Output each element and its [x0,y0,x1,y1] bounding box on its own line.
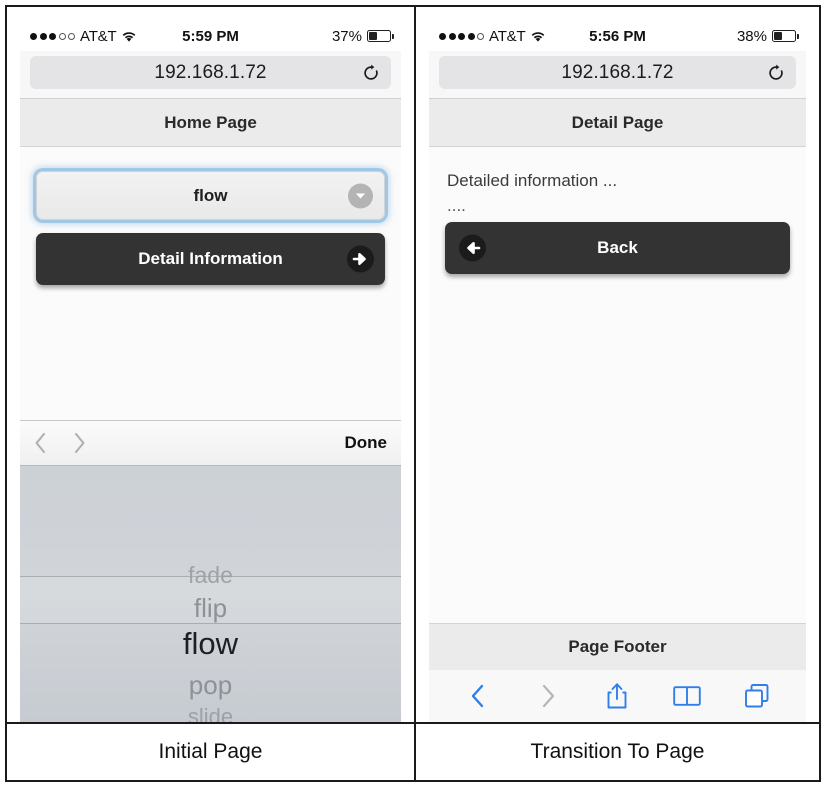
reload-icon[interactable] [362,64,380,82]
battery-percent-label: 38% [736,27,767,45]
arrow-left-circle-icon [459,234,486,262]
status-bar-right: AT&T 5:56 PM 38% [429,21,806,51]
detail-body-text: Detailed information ... .... [429,147,806,218]
safari-toolbar [429,670,806,722]
carrier-label: AT&T [80,27,117,45]
transition-select-wrap: flow [20,147,401,220]
frame-border-bottom [5,780,821,782]
wifi-icon [530,30,546,43]
page-title: Detail Page [571,112,664,132]
figure-root: AT&T 5:59 PM 37% 192.168.1.72 Home Page … [0,0,825,787]
url-field[interactable]: 192.168.1.72 [439,56,796,89]
status-left-group: AT&T [439,28,546,45]
url-text: 192.168.1.72 [154,61,267,83]
picker-toolbar: Done [20,420,401,466]
detail-information-button[interactable]: Detail Information [36,233,385,285]
picker-option[interactable]: pop [20,670,401,701]
detail-line-2: .... [447,195,466,215]
page-content-left: flow Detail Information [20,147,401,420]
page-title: Home Page [164,112,257,132]
picker-option[interactable]: slide [20,704,401,722]
picker-option[interactable]: flip [20,593,401,624]
signal-strength-icon [30,32,75,40]
transition-picker-wheel[interactable]: fade flip flow pop slide slidefade turn [20,466,401,722]
caption-initial-page: Initial Page [158,740,263,763]
detail-information-label: Detail Information [138,249,283,268]
back-button-label: Back [597,238,638,258]
back-button[interactable]: Back [445,222,790,275]
page-header-left: Home Page [20,99,401,147]
picker-option-selected[interactable]: flow [20,626,401,662]
battery-percent-label: 37% [331,27,362,45]
chevron-right-icon[interactable] [73,432,86,454]
carrier-label: AT&T [489,27,526,45]
share-icon[interactable] [602,681,632,711]
browser-url-bar-left: 192.168.1.72 [20,51,401,98]
browser-url-bar-right: 192.168.1.72 [429,51,806,98]
phone-screenshot-left: AT&T 5:59 PM 37% 192.168.1.72 Home Page … [7,21,414,722]
picker-nav-group [34,432,86,454]
back-icon[interactable] [463,681,493,711]
phone-screen-right: AT&T 5:56 PM 38% 192.168.1.72 Detail Pag… [429,21,806,722]
transition-select-value: flow [193,185,228,205]
panel-initial-page: AT&T 5:59 PM 37% 192.168.1.72 Home Page … [7,7,414,722]
page-content-right: Detailed information ... .... Back [429,147,806,623]
chevron-down-circle-icon[interactable] [348,183,373,208]
reload-icon[interactable] [767,64,785,82]
phone-screenshot-right: AT&T 5:56 PM 38% 192.168.1.72 Detail Pag… [416,21,819,722]
status-right-group: 38% [736,27,799,45]
signal-strength-icon [439,32,484,40]
battery-icon [367,30,394,42]
back-button-wrap: Back [429,218,806,275]
phone-screen-left: AT&T 5:59 PM 37% 192.168.1.72 Home Page … [20,21,401,722]
url-text: 192.168.1.72 [561,61,674,83]
detail-line-1: Detailed information ... [447,171,618,190]
page-footer-title: Page Footer [568,637,667,656]
transition-select[interactable]: flow [36,171,385,220]
chevron-left-icon[interactable] [34,432,47,454]
status-left-group: AT&T [30,28,137,45]
frame-border-right [819,5,821,782]
page-footer: Page Footer [429,623,806,670]
panel-transition-to-page: AT&T 5:56 PM 38% 192.168.1.72 Detail Pag… [416,7,819,722]
status-right-group: 37% [331,27,394,45]
wifi-icon [121,30,137,43]
arrow-right-circle-icon [347,245,374,273]
battery-icon [772,30,799,42]
bookmarks-icon[interactable] [672,681,702,711]
caption-transition-to-page: Transition To Page [530,740,705,763]
tabs-icon[interactable] [742,681,772,711]
picker-done-button[interactable]: Done [345,433,388,453]
page-header-right: Detail Page [429,99,806,147]
forward-icon [533,681,563,711]
status-bar-left: AT&T 5:59 PM 37% [20,21,401,51]
picker-option[interactable]: fade [20,562,401,589]
url-field[interactable]: 192.168.1.72 [30,56,391,89]
